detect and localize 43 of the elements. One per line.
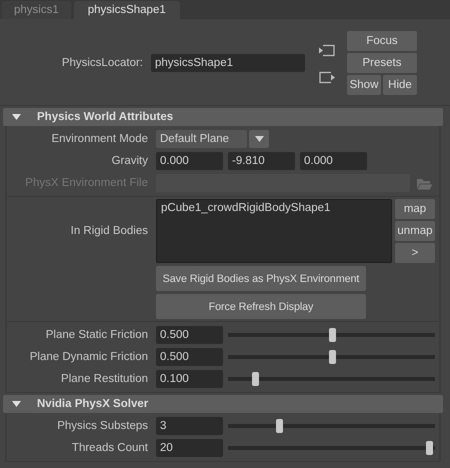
section-title: Physics World Attributes	[37, 111, 174, 123]
button[interactable]: Presets	[347, 53, 417, 73]
field-label: Plane Static Friction	[44, 329, 148, 341]
number-field[interactable]: 3	[156, 417, 223, 435]
number-field[interactable]: 0.000	[156, 152, 223, 170]
button[interactable]: >	[395, 243, 435, 263]
slider-thumb[interactable]	[252, 372, 260, 386]
slider-thumb[interactable]	[276, 419, 284, 433]
dropdown-arrow-button[interactable]	[249, 130, 269, 148]
slider-thumb[interactable]	[328, 350, 336, 364]
button[interactable]: Force Refresh Display	[156, 294, 366, 319]
field-label: Plane Dynamic Friction	[28, 351, 148, 363]
field-label: Gravity	[110, 155, 148, 167]
number-field[interactable]: -9.810	[228, 152, 295, 170]
button[interactable]: Show	[347, 75, 381, 95]
number-field[interactable]: 0.500	[156, 348, 223, 366]
list-box[interactable]: pCube1_crowdRigidBodyShape1	[156, 199, 392, 263]
field-label: Plane Restitution	[60, 373, 148, 385]
field-label: Environment Mode	[50, 133, 148, 145]
section-header[interactable]: Nvidia PhysX Solver	[3, 395, 443, 413]
input-field[interactable]: physicsShape1	[151, 54, 305, 72]
field-label: Threads Count	[70, 442, 148, 454]
field-label: In Rigid Bodies	[70, 225, 148, 237]
section-header[interactable]: Physics World Attributes	[3, 108, 443, 126]
number-field[interactable]: 20	[156, 439, 223, 457]
field-label: PhysicsLocator:	[60, 57, 143, 69]
list-item[interactable]: pCube1_crowdRigidBodyShape1	[161, 202, 387, 214]
slider-thumb[interactable]	[426, 441, 433, 455]
button[interactable]: Focus	[347, 31, 417, 51]
number-field[interactable]: 0.500	[156, 326, 223, 344]
button[interactable]: unmap	[395, 221, 435, 241]
section-title: Nvidia PhysX Solver	[37, 398, 148, 410]
slider-thumb[interactable]	[328, 328, 336, 342]
tab[interactable]: physics1	[2, 1, 71, 19]
caret-icon	[254, 136, 264, 142]
button[interactable]: map	[395, 199, 435, 219]
button[interactable]: Save Rigid Bodies as PhysX Environment	[156, 266, 366, 291]
number-field[interactable]: 0.100	[156, 370, 223, 388]
dropdown[interactable]: Default Plane	[156, 130, 247, 148]
number-field[interactable]: 0.000	[300, 152, 367, 170]
button[interactable]: Hide	[383, 75, 417, 95]
field-label: Physics Substeps	[56, 420, 148, 432]
tab[interactable]: physicsShape1	[74, 1, 180, 19]
